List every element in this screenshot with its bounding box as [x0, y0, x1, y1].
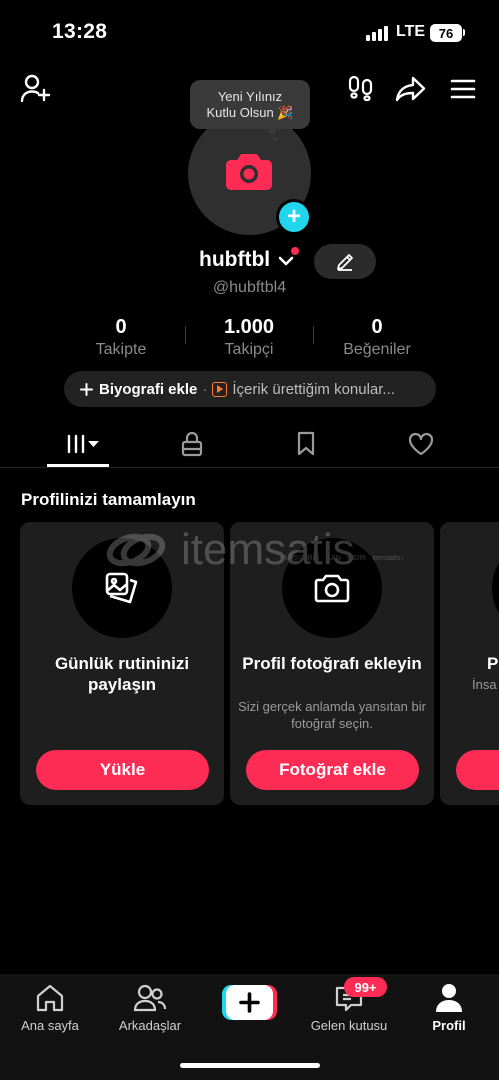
- add-photo-button[interactable]: Fotoğraf ekle: [246, 750, 419, 790]
- card-title: P: [487, 654, 499, 673]
- friends-icon: [105, 980, 195, 1016]
- stat-label: Takipçi: [224, 341, 274, 358]
- camera-icon: [225, 150, 273, 192]
- nav-home[interactable]: Ana sayfa: [5, 980, 95, 1033]
- chevron-down-icon[interactable]: [278, 254, 294, 273]
- inbox-badge: 99+: [344, 977, 387, 997]
- bio-separator: ·: [202, 380, 208, 398]
- stat-value: 0: [371, 316, 383, 338]
- username[interactable]: hubftbl: [199, 248, 270, 272]
- battery-icon: 76: [430, 24, 462, 42]
- tab-videos[interactable]: [49, 427, 109, 461]
- menu-icon[interactable]: [447, 75, 479, 103]
- content-topics-label[interactable]: İçerik ürettiğim konular...: [232, 381, 395, 398]
- nav-friends[interactable]: Arkadaşlar: [105, 980, 195, 1033]
- complete-profile-title: Profilinizi tamamlayın: [21, 490, 196, 509]
- card-subtitle: Sizi gerçek anlamda yansıtan bir fotoğra…: [238, 699, 426, 731]
- heart-icon: [408, 432, 434, 456]
- stat-value: 0: [115, 316, 127, 338]
- battery-tip: [463, 29, 465, 36]
- bubble-line-2: Kutlu Olsun 🎉: [206, 105, 294, 120]
- bubble-tail: [268, 128, 276, 134]
- stat-following[interactable]: 0 Takipte: [56, 316, 186, 359]
- tab-saved[interactable]: [276, 427, 336, 461]
- bio-pill[interactable]: Biyografi ekle · İçerik ürettiğim konula…: [64, 371, 436, 407]
- pencil-icon: [337, 253, 353, 271]
- stat-value: 1.000: [223, 316, 275, 338]
- watermark-tagline: ALIŞVERİŞ · İLAN · İNDİR · itemsatis.com: [283, 553, 403, 562]
- watermark-logo: itemsatis ALIŞVERİŞ · İLAN · İNDİR · ite…: [103, 522, 415, 592]
- add-photo-button[interactable]: +: [276, 199, 312, 235]
- nav-label: Profil: [432, 1018, 466, 1033]
- stat-likes[interactable]: 0 Beğeniler: [312, 316, 442, 359]
- user-handle: @hubftbl4: [212, 279, 287, 296]
- stat-label: Beğeniler: [343, 341, 411, 358]
- card-button[interactable]: [456, 750, 499, 790]
- card-title: Günlük rutininizi paylaşın: [54, 654, 190, 694]
- create-button[interactable]: [222, 985, 277, 1020]
- nav-label: Gelen kutusu: [310, 1018, 388, 1033]
- watermark-brand: itemsatis: [181, 525, 355, 574]
- home-icon: [5, 980, 95, 1016]
- tab-liked[interactable]: [391, 427, 451, 461]
- bookmark-icon: [297, 431, 315, 456]
- stat-followers[interactable]: 1.000 Takipçi: [184, 316, 314, 359]
- card-partial[interactable]: P İnsa: [440, 522, 499, 805]
- footprints-icon[interactable]: [345, 73, 377, 103]
- videos-grid-icon: [67, 434, 99, 454]
- upload-button[interactable]: Yükle: [36, 750, 209, 790]
- video-topic-icon: [212, 381, 228, 397]
- card-subtitle: İnsa: [472, 677, 497, 692]
- edit-profile-button[interactable]: [314, 244, 376, 279]
- nav-profile[interactable]: Profil: [404, 980, 494, 1033]
- signal-icon: [366, 25, 388, 41]
- new-year-bubble: Yeni Yılınız Kutlu Olsun 🎉: [190, 80, 310, 129]
- status-time: 13:28: [52, 20, 108, 43]
- tab-private[interactable]: [162, 427, 222, 461]
- network-type: LTE: [396, 23, 426, 40]
- stat-label: Takipte: [95, 341, 147, 358]
- share-icon[interactable]: [393, 73, 429, 105]
- add-bio-label[interactable]: Biyografi ekle: [99, 381, 197, 398]
- plus-icon: [80, 382, 93, 396]
- home-indicator: [180, 1063, 320, 1068]
- nav-label: Arkadaşlar: [118, 1018, 182, 1033]
- profile-icon: [404, 980, 494, 1016]
- nav-label: Ana sayfa: [21, 1018, 79, 1033]
- add-friend-icon[interactable]: [18, 72, 54, 104]
- bubble-line-1: Yeni Yılınız: [217, 89, 283, 104]
- card-title: Profil fotoğrafı ekleyin: [242, 654, 422, 673]
- notification-dot: [291, 247, 299, 255]
- tab-divider: [0, 467, 499, 468]
- lock-icon: [181, 431, 203, 457]
- card-icon-circle: [492, 538, 499, 638]
- bubble-tail-dot: [273, 137, 277, 141]
